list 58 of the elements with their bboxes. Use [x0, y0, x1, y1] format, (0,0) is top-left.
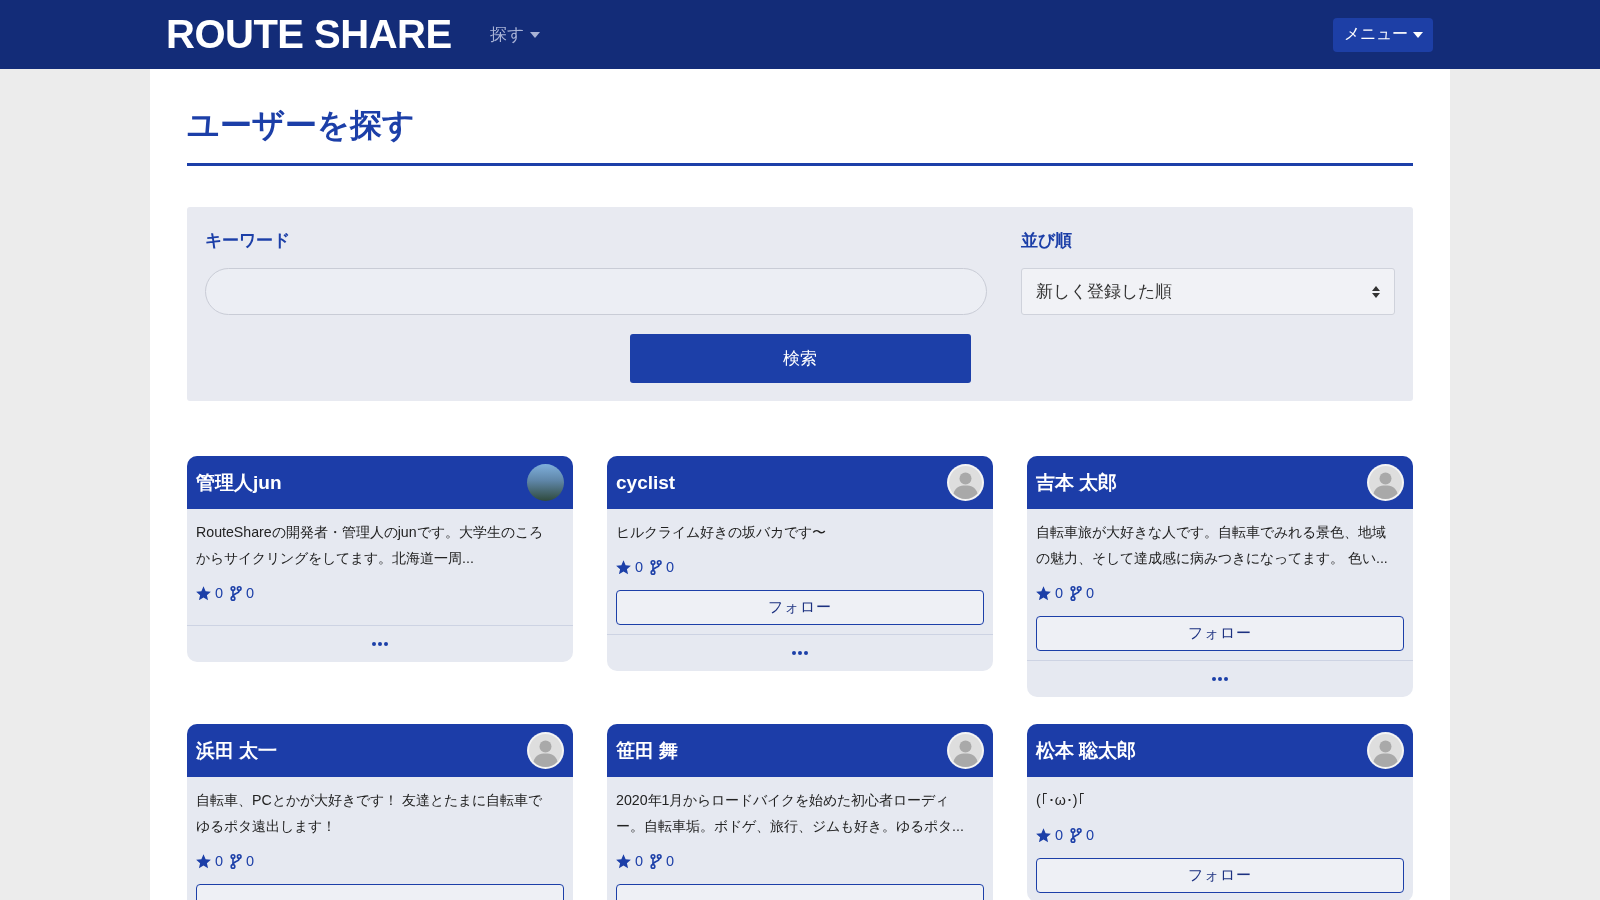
branch-count: 0 — [1086, 585, 1095, 601]
user-name[interactable]: 松本 聡太郎 — [1036, 737, 1137, 764]
star-icon — [616, 559, 631, 575]
nav-dropdown-link[interactable]: 探す — [489, 23, 540, 46]
search-button[interactable]: 検索 — [629, 334, 971, 383]
branch-icon — [1070, 585, 1083, 601]
star-count: 0 — [215, 853, 224, 869]
star-icon — [196, 853, 211, 869]
user-silhouette-icon — [1367, 464, 1404, 501]
star-count: 0 — [635, 559, 644, 575]
star-count: 0 — [635, 853, 644, 869]
ellipsis-icon — [372, 642, 388, 646]
logo[interactable]: ROUTE SHARE — [166, 12, 452, 57]
user-bio: 自転車、PCとかが大好きです！ 友達とたまに自転車でゆるポタ遠出します！ — [196, 791, 543, 836]
user-name[interactable]: 吉本 太郎 — [1036, 469, 1118, 496]
follow-button[interactable]: フォロー — [616, 590, 984, 625]
branch-count: 0 — [1086, 827, 1095, 843]
field-label: 並び順 — [1021, 230, 1072, 252]
user-bio: ヒルクライム好きの坂バカです〜 — [616, 523, 826, 542]
user-silhouette-icon — [947, 732, 984, 769]
user-bio: 自転車旅が大好きな人です。自転車でみれる景色、地域の魅力、そして達成感に病みつきになってます。 色い... — [1036, 523, 1389, 568]
user-bio: 2020年1月からロードバイクを始めた初心者ローディー。自転車垢。ボドゲ、旅行、ジムも好き。ゆるポタ... — [616, 791, 965, 836]
menu-button[interactable]: メニュー — [1333, 17, 1433, 52]
branch-icon — [650, 559, 663, 575]
sort-arrows-icon — [1372, 285, 1380, 298]
user-silhouette-icon — [947, 464, 984, 501]
star-icon — [1036, 827, 1051, 843]
follow-button[interactable]: フォロー — [1036, 858, 1404, 893]
star-count: 0 — [1055, 827, 1064, 843]
star-icon — [1036, 585, 1051, 601]
branch-count: 0 — [246, 585, 255, 601]
star-icon — [196, 585, 211, 601]
branch-icon — [650, 853, 663, 869]
star-count: 0 — [1055, 585, 1064, 601]
page-title: ユーザーを探す — [187, 106, 415, 145]
branch-count: 0 — [246, 853, 255, 869]
follow-button[interactable]: フォロー — [1036, 616, 1404, 651]
branch-icon — [230, 853, 243, 869]
branch-count: 0 — [666, 559, 675, 575]
user-bio: RouteShareの開発者・管理人のjunです。大学生のころからサイクリングをしてます。北海道一周... — [196, 523, 544, 568]
user-name[interactable]: 笹田 舞 — [616, 737, 679, 764]
user-name[interactable]: 管理人jun — [196, 469, 282, 496]
sort-select[interactable]: 新しく登録した順 — [1021, 268, 1395, 315]
user-silhouette-icon — [527, 732, 564, 769]
branch-count: 0 — [666, 853, 675, 869]
ellipsis-icon — [1212, 677, 1228, 681]
branch-icon — [230, 585, 243, 601]
user-silhouette-icon — [1367, 732, 1404, 769]
field-label: キーワード — [205, 230, 290, 252]
avatar-photo-placeholder — [527, 464, 564, 501]
branch-icon — [1070, 827, 1083, 843]
star-icon — [616, 853, 631, 869]
user-name[interactable]: 浜田 太一 — [196, 737, 278, 764]
user-name[interactable]: cyclist — [616, 471, 676, 494]
keyword-input[interactable] — [205, 268, 987, 315]
star-count: 0 — [215, 585, 224, 601]
user-bio: (｢･ω･)｢ — [1036, 791, 1085, 810]
ellipsis-icon — [792, 651, 808, 655]
